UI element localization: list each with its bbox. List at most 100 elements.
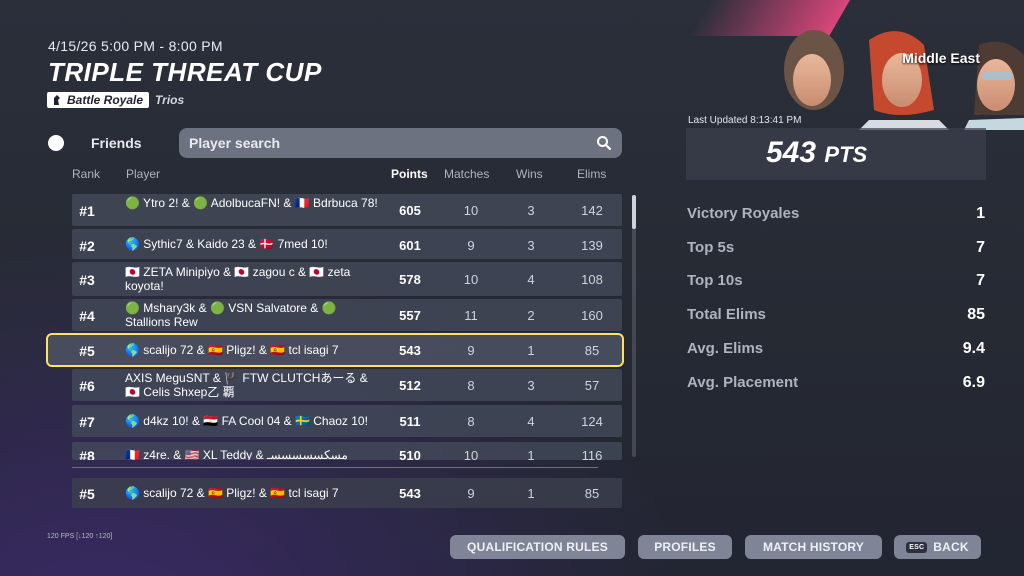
table-divider	[72, 467, 598, 468]
qualification-rules-button[interactable]: QUALIFICATION RULES	[450, 535, 625, 559]
row-wins: 3	[527, 238, 535, 253]
event-date-range: 4/15/26 5:00 PM - 8:00 PM	[48, 38, 223, 54]
player-search-input[interactable]: Player search	[179, 128, 622, 158]
mode-tag: Battle Royale Trios	[47, 92, 184, 108]
row-rank: #3	[79, 272, 95, 288]
table-row-current-player[interactable]: #5 🌎 scalijo 72 & 🇪🇸 Pligz! & 🇪🇸 tcl isa…	[46, 333, 624, 367]
row-points: 543	[399, 343, 421, 358]
total-points-card: 543 PTS	[686, 128, 986, 180]
stat-label: Victory Royales	[687, 205, 800, 222]
character-portraits-image	[784, 30, 1024, 130]
mode-badge: Battle Royale	[47, 92, 150, 108]
row-player: AXIS MeguSNT & 🏴 FTW CLUTCHあーる & 🇯🇵 Celi…	[125, 371, 368, 399]
match-history-label: MATCH HISTORY	[762, 540, 865, 554]
table-row[interactable]: #6 AXIS MeguSNT & 🏴 FTW CLUTCHあーる & 🇯🇵 C…	[72, 369, 622, 401]
row-rank: #1	[79, 203, 95, 219]
stat-value: 6.9	[962, 374, 985, 391]
row-points: 511	[399, 414, 421, 429]
stat-label: Top 10s	[687, 272, 743, 289]
row-rank: #6	[79, 378, 95, 394]
row-elims: 85	[584, 343, 600, 358]
row-elims: 139	[581, 238, 603, 253]
last-updated: Last Updated 8:13:41 PM	[688, 115, 802, 126]
row-matches: 9	[467, 343, 475, 358]
row-elims: 124	[581, 414, 603, 429]
row-elims: 160	[581, 308, 603, 323]
friends-toggle[interactable]	[48, 135, 64, 151]
row-player: 🟢 Ytro 2! & 🟢 AdolbucaFN! & 🇫🇷 Bdrbuca 7…	[125, 196, 378, 210]
squad-portraits	[774, 0, 1024, 130]
row-wins: 3	[527, 203, 535, 218]
row-matches: 9	[467, 486, 475, 501]
row-wins: 1	[527, 343, 535, 358]
row-player: 🇫🇷 z4re. & 🇺🇸 XL Teddy & مسكسسسسسـ	[125, 448, 348, 460]
stat-label: Total Elims	[687, 306, 766, 323]
row-elims: 108	[581, 272, 603, 287]
total-points: 543 PTS	[766, 136, 867, 170]
match-history-button[interactable]: MATCH HISTORY	[745, 535, 882, 559]
row-points: 601	[399, 238, 421, 253]
col-header-wins[interactable]: Wins	[516, 167, 543, 181]
row-elims: 142	[581, 203, 603, 218]
row-matches: 8	[467, 378, 475, 393]
profiles-label: PROFILES	[654, 540, 716, 554]
row-matches: 10	[463, 203, 479, 218]
row-player: 🟢 Mshary3k & 🟢 VSN Salvatore & 🟢 Stallio…	[125, 301, 337, 329]
row-wins: 2	[527, 308, 535, 323]
stat-value: 9.4	[962, 340, 985, 357]
friends-label: Friends	[91, 135, 142, 151]
mode-name: Battle Royale	[67, 93, 144, 107]
row-points: 543	[399, 486, 421, 501]
back-button[interactable]: ESC BACK	[894, 535, 981, 559]
team-size: Trios	[155, 93, 185, 107]
pinned-player-row[interactable]: #5 🌎 scalijo 72 & 🇪🇸 Pligz! & 🇪🇸 tcl isa…	[72, 478, 622, 508]
stat-label: Top 5s	[687, 239, 735, 256]
row-points: 578	[399, 272, 421, 287]
stat-value: 85	[967, 306, 985, 323]
region-label: Middle East	[902, 50, 980, 66]
row-matches: 11	[464, 308, 478, 323]
col-header-matches[interactable]: Matches	[444, 167, 489, 181]
qualification-rules-label: QUALIFICATION RULES	[467, 540, 608, 554]
search-icon[interactable]	[596, 135, 612, 151]
back-label: BACK	[933, 540, 969, 554]
row-matches: 10	[463, 448, 479, 460]
table-row[interactable]: #4 🟢 Mshary3k & 🟢 VSN Salvatore & 🟢 Stal…	[72, 299, 622, 331]
col-header-elims[interactable]: Elims	[577, 167, 606, 181]
search-placeholder: Player search	[189, 135, 281, 151]
row-points: 512	[399, 378, 421, 393]
row-matches: 9	[467, 238, 475, 253]
event-title: TRIPLE THREAT CUP	[48, 57, 322, 87]
col-header-rank: Rank	[72, 167, 101, 181]
row-matches: 8	[467, 414, 475, 429]
row-elims: 85	[584, 486, 600, 501]
row-wins: 3	[527, 378, 535, 393]
row-wins: 4	[527, 414, 535, 429]
row-rank: #7	[79, 414, 95, 430]
profiles-button[interactable]: PROFILES	[638, 535, 732, 559]
table-row[interactable]: #2 🌎 Sythic7 & Kaido 23 & 🇩🇰 7med 10! 60…	[72, 229, 622, 259]
row-rank: #2	[79, 238, 95, 254]
row-rank: #4	[79, 308, 95, 324]
table-row[interactable]: #8 🇫🇷 z4re. & 🇺🇸 XL Teddy & مسكسسسسسـ 51…	[72, 442, 622, 460]
row-wins: 4	[527, 272, 535, 287]
col-header-player: Player	[126, 167, 161, 181]
esc-key-icon: ESC	[906, 541, 928, 553]
row-wins: 1	[527, 448, 535, 460]
fps-counter: 120 FPS [↓120 ↑120]	[47, 533, 113, 540]
row-player: 🌎 scalijo 72 & 🇪🇸 Pligz! & 🇪🇸 tcl isagi …	[125, 343, 339, 357]
row-points: 605	[399, 203, 421, 218]
table-row[interactable]: #3 🇯🇵 ZETA Minipiyo & 🇯🇵 zagou c & 🇯🇵 ze…	[72, 262, 622, 296]
table-row[interactable]: #1 🟢 Ytro 2! & 🟢 AdolbucaFN! & 🇫🇷 Bdrbuc…	[72, 194, 622, 226]
row-player: 🇯🇵 ZETA Minipiyo & 🇯🇵 zagou c & 🇯🇵 zeta …	[125, 265, 351, 293]
stat-value: 7	[976, 272, 985, 289]
row-elims: 57	[584, 378, 600, 393]
row-elims: 116	[581, 448, 603, 460]
total-points-unit: PTS	[824, 142, 868, 167]
total-points-value: 543	[766, 136, 817, 169]
stat-label: Avg. Placement	[687, 374, 799, 391]
col-header-points[interactable]: Points	[391, 167, 428, 181]
scrollbar-thumb[interactable]	[632, 195, 636, 229]
leaderboard-scrollbar[interactable]	[632, 195, 636, 457]
table-row[interactable]: #7 🌎 d4kz 10! & 🇪🇬 FA Cool 04 & 🇸🇪 Chaoz…	[72, 405, 622, 437]
